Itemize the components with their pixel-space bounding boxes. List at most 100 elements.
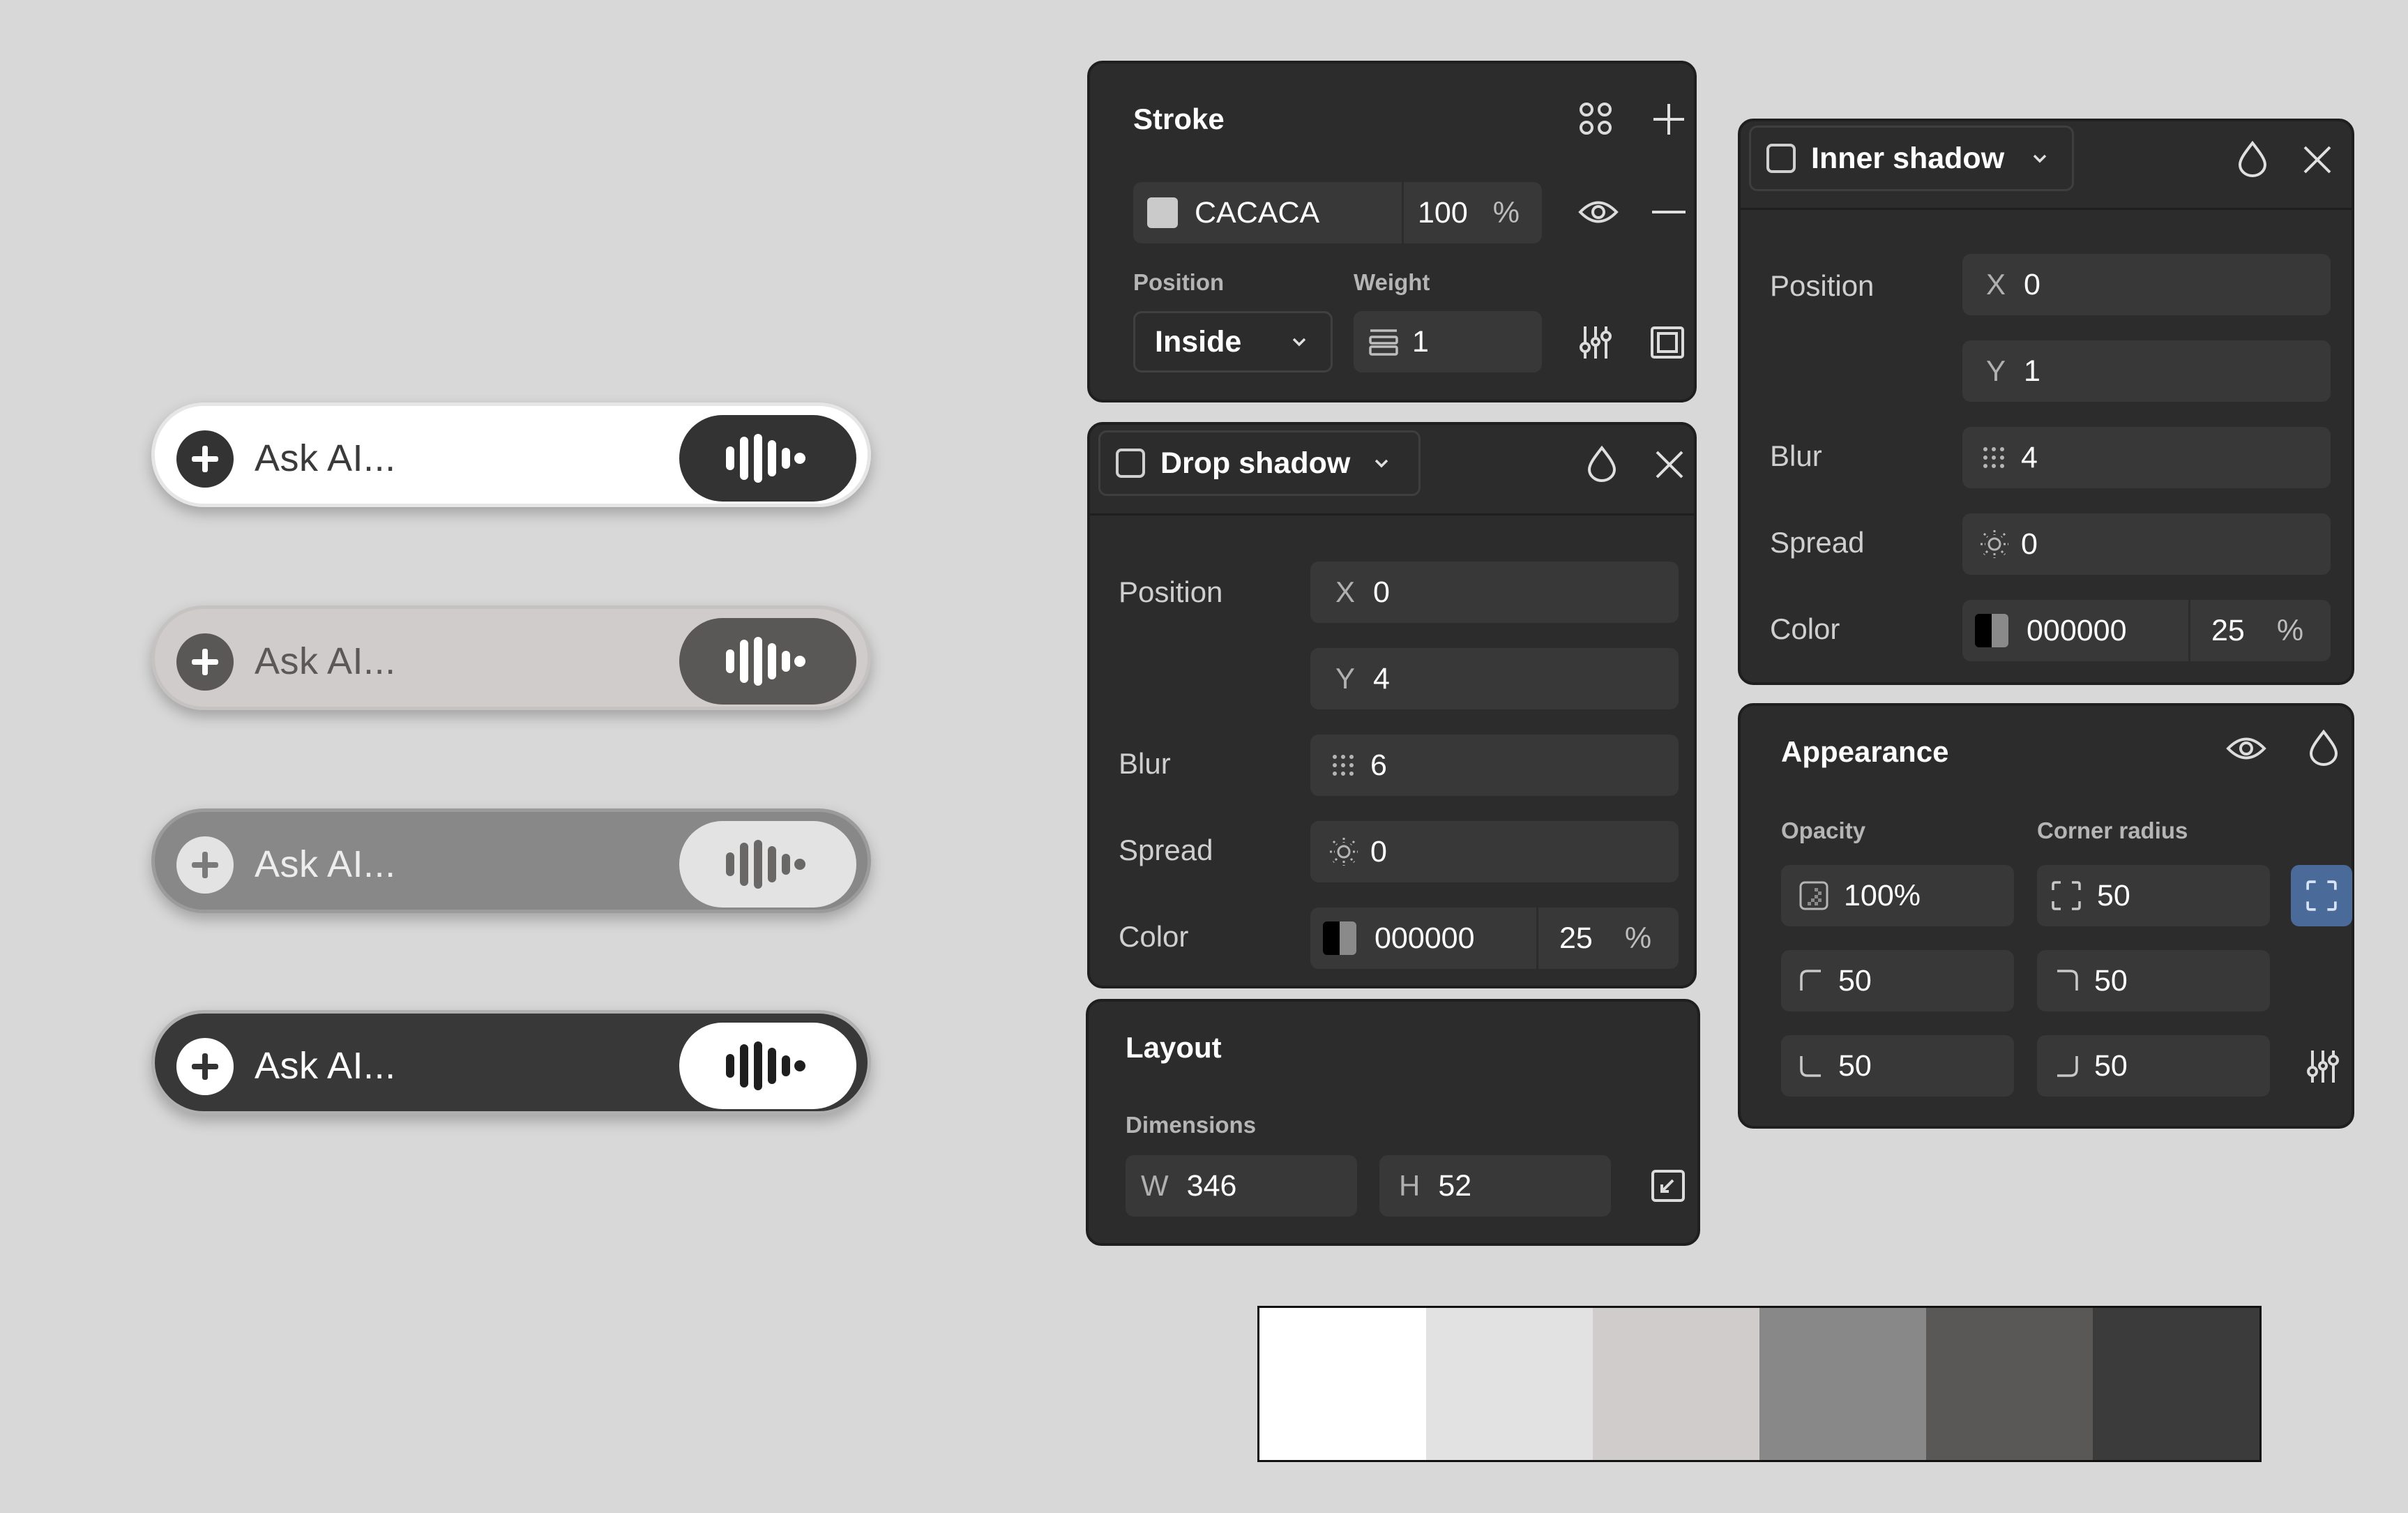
corner-top-right-value[interactable]: 50 [2094,964,2128,998]
close-icon[interactable] [1655,450,1684,479]
effect-type-label[interactable]: Inner shadow [1811,142,2004,176]
color-swatch[interactable] [1323,921,1356,955]
stroke-opacity-value[interactable]: 100 [1418,196,1468,230]
position-label: Position [1770,269,1875,302]
eye-icon[interactable] [2226,732,2266,765]
corner-top-left-field[interactable]: 50 [1781,950,2014,1011]
shadow-x-value[interactable]: 0 [1373,575,1390,610]
shadow-blur-field[interactable]: 4 [1962,427,2331,488]
eye-icon[interactable] [1578,196,1619,228]
plus-icon[interactable] [176,633,234,691]
stroke-weight-field[interactable]: 1 [1354,311,1542,372]
shadow-opacity-value[interactable]: 25 [1559,921,1593,956]
corner-top-right-field[interactable]: 50 [2037,950,2270,1011]
opacity-field[interactable]: 100% [1781,865,2014,926]
add-icon[interactable] [1652,103,1686,136]
style-grid-icon[interactable] [1578,101,1613,136]
corner-all-icon [2052,881,2081,910]
color-swatch[interactable] [1975,614,2008,647]
voice-button[interactable] [679,618,856,705]
ask-ai-placeholder[interactable]: Ask AI... [255,1014,396,1118]
independent-corners-toggle[interactable] [2291,865,2352,926]
blur-dots-icon [1983,447,2004,468]
opacity-drop-icon[interactable] [2308,730,2339,766]
effect-checkbox[interactable] [1766,144,1796,173]
corner-radius-all-field[interactable]: 50 [2037,865,2270,926]
corner-bottom-right-field[interactable]: 50 [2037,1035,2270,1097]
corner-top-left-value[interactable]: 50 [1838,964,1872,998]
color-swatch[interactable] [1147,197,1178,228]
plus-icon[interactable] [176,1038,234,1095]
width-field[interactable]: W 346 [1126,1155,1357,1217]
ask-ai-placeholder[interactable]: Ask AI... [255,812,396,917]
remove-icon[interactable] [1652,211,1686,215]
color-label: Color [1119,920,1189,953]
shadow-opacity-value[interactable]: 25 [2211,614,2245,648]
shadow-x-value[interactable]: 0 [2024,268,2040,302]
corner-radius-all-value[interactable]: 50 [2097,879,2130,913]
opacity-drop-icon[interactable] [1587,446,1617,482]
ask-ai-bar-light-gray[interactable]: Ask AI... [151,605,871,710]
weight-lines-icon [1369,329,1398,356]
resize-icon[interactable] [1651,1169,1686,1203]
shadow-y-value[interactable]: 1 [2024,354,2040,389]
ask-ai-placeholder[interactable]: Ask AI... [255,609,396,714]
stroke-weight-value[interactable]: 1 [1412,325,1429,359]
stroke-position-select[interactable]: Inside [1133,311,1333,372]
shadow-y-field[interactable]: Y 1 [1962,340,2331,402]
effect-type-label[interactable]: Drop shadow [1160,446,1350,481]
y-label: Y [1335,662,1356,695]
shadow-opacity-field[interactable]: 25 % [1538,908,1678,969]
stroke-sides-icon[interactable] [1651,326,1684,359]
ask-ai-bar-dark[interactable]: Ask AI... [151,1010,871,1115]
shadow-spread-field[interactable]: 0 [1310,821,1679,882]
shadow-spread-value[interactable]: 0 [1370,835,1387,869]
shadow-x-field[interactable]: X 0 [1962,254,2331,315]
shadow-color-hex[interactable]: 000000 [2027,614,2127,648]
corner-bottom-right-value[interactable]: 50 [2094,1049,2128,1083]
shadow-y-value[interactable]: 4 [1373,662,1390,696]
adjust-sliders-icon[interactable] [1578,325,1613,360]
stroke-color-hex[interactable]: CACACA [1195,196,1383,230]
corner-bottom-right-icon [2057,1056,2078,1077]
close-icon[interactable] [2303,145,2332,174]
effect-type-dropdown[interactable]: Drop shadow [1098,430,1421,496]
stroke-panel: Stroke CACACA 100 % Position Weight Insi… [1087,61,1697,402]
stroke-position-value[interactable]: Inside [1155,325,1241,359]
palette-swatch-dark-gray [1926,1308,2093,1460]
opacity-drop-icon[interactable] [2237,141,2268,177]
shadow-color-hex[interactable]: 000000 [1375,921,1475,956]
corner-bottom-left-field[interactable]: 50 [1781,1035,2014,1097]
height-value[interactable]: 52 [1438,1169,1471,1203]
shadow-y-field[interactable]: Y 4 [1310,648,1679,709]
panel-divider [1090,513,1694,515]
shadow-blur-field[interactable]: 6 [1310,735,1679,796]
ask-ai-bar-gray[interactable]: Ask AI... [151,808,871,913]
plus-icon[interactable] [176,430,234,488]
width-value[interactable]: 346 [1187,1169,1237,1203]
shadow-blur-value[interactable]: 6 [1370,748,1387,783]
corner-bottom-left-value[interactable]: 50 [1838,1049,1872,1083]
voice-button[interactable] [679,415,856,502]
shadow-opacity-field[interactable]: 25 % [2190,600,2330,661]
plus-icon[interactable] [176,836,234,894]
appearance-title: Appearance [1781,735,1949,768]
ask-ai-placeholder[interactable]: Ask AI... [255,406,396,511]
voice-button[interactable] [679,1023,856,1109]
stroke-opacity-field[interactable]: 100 % [1404,182,1542,243]
voice-button[interactable] [679,821,856,908]
shadow-x-field[interactable]: X 0 [1310,562,1679,623]
shadow-spread-value[interactable]: 0 [2021,527,2038,562]
x-label: X [1986,268,2006,301]
effect-type-dropdown[interactable]: Inner shadow [1749,126,2074,191]
opacity-value[interactable]: 100% [1844,879,1921,913]
corner-all-icon [2306,880,2337,911]
height-field[interactable]: H 52 [1379,1155,1611,1217]
color-palette [1257,1306,2262,1462]
opacity-unit: % [1624,921,1652,955]
shadow-blur-value[interactable]: 4 [2021,441,2038,475]
effect-checkbox[interactable] [1116,449,1145,478]
shadow-spread-field[interactable]: 0 [1962,513,2331,575]
ask-ai-bar-white[interactable]: Ask AI... [151,402,871,507]
adjust-sliders-icon[interactable] [2305,1049,2340,1084]
